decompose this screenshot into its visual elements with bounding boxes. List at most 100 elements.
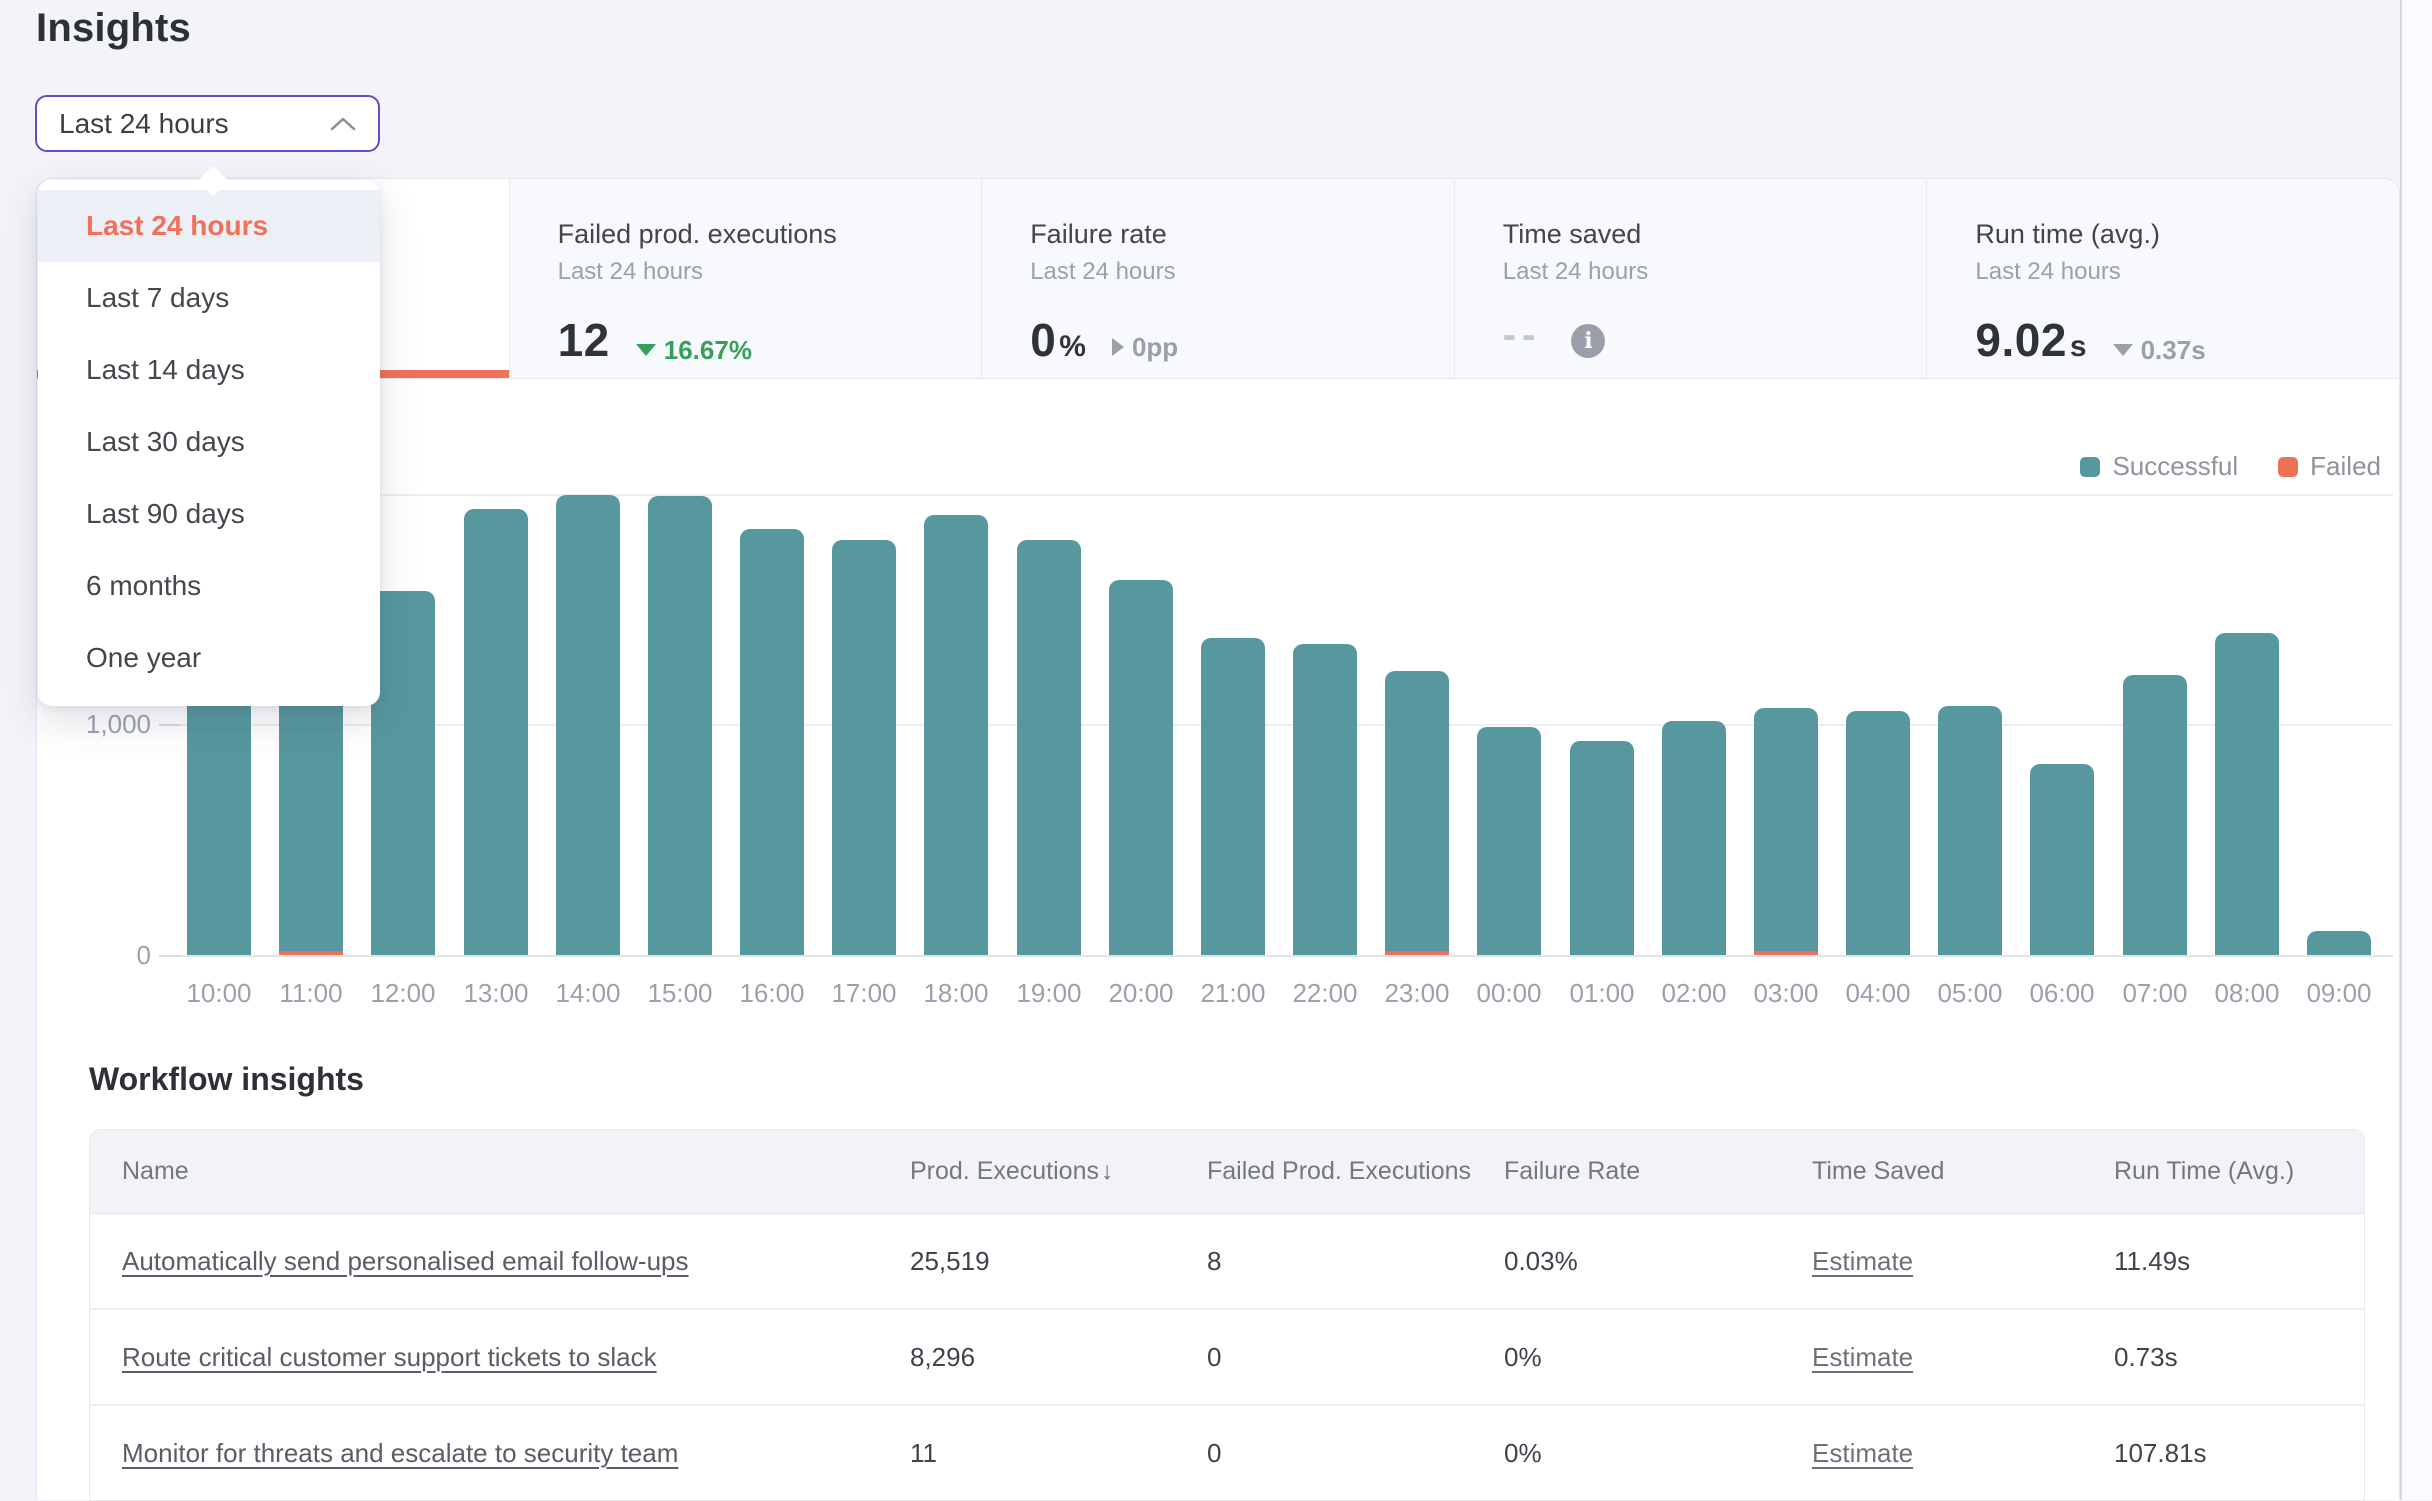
table-row-monitor-for-threats-and-escalate-to-secu: Monitor for threats and escalate to secu… xyxy=(90,1406,2364,1501)
scrollbar-track[interactable] xyxy=(2400,0,2432,1500)
card-value-row: -- i xyxy=(1503,313,1897,358)
workflow-name-link[interactable]: Automatically send personalised email fo… xyxy=(122,1246,689,1276)
time-range-select[interactable]: Last 24 hours xyxy=(35,95,380,152)
time-saved-link[interactable]: Estimate xyxy=(1812,1438,1913,1468)
chart-bar-08-00[interactable] xyxy=(2215,633,2279,955)
menu-item-last-30-days[interactable]: Last 30 days xyxy=(38,406,380,478)
chart-bar-21-00[interactable] xyxy=(1201,638,1265,955)
summary-cards-row: Failed prod. executions Last 24 hours 12 16… xyxy=(37,179,2399,379)
menu-item-6-months[interactable]: 6 months xyxy=(38,550,380,622)
bar-segment-successful xyxy=(1293,644,1357,955)
bar-segment-failed xyxy=(279,951,343,955)
card-label: Failed prod. executions xyxy=(558,217,952,251)
chart-bar-07-00[interactable] xyxy=(2123,675,2187,955)
legend-item-failed[interactable]: Failed xyxy=(2278,451,2381,482)
bar-segment-successful xyxy=(2307,931,2371,955)
chart-bar-15-00[interactable] xyxy=(648,496,712,955)
x-tick-label-14-00: 14:00 xyxy=(542,977,634,1009)
legend-label-successful: Successful xyxy=(2112,451,2238,482)
x-tick-label-00-00: 00:00 xyxy=(1463,977,1555,1009)
card-subtitle: Last 24 hours xyxy=(1975,257,2369,287)
x-tick-label-05-00: 05:00 xyxy=(1924,977,2016,1009)
bar-segment-successful xyxy=(2123,675,2187,955)
table-body: Automatically send personalised email fo… xyxy=(90,1214,2364,1501)
column-header-failure-rate[interactable]: Failure Rate xyxy=(1504,1157,1812,1186)
stat-card-run-time-avg[interactable]: Run time (avg.)Last 24 hours9.02s0.37s xyxy=(1927,179,2399,378)
chart-bar-19-00[interactable] xyxy=(1017,540,1081,955)
chart-bar-09-00[interactable] xyxy=(2307,931,2371,955)
time-saved: Estimate xyxy=(1812,1342,2114,1373)
chart-bar-12-00[interactable] xyxy=(371,591,435,955)
failed-prod-executions: 0 xyxy=(1207,1438,1504,1469)
time-saved-link[interactable]: Estimate xyxy=(1812,1246,1913,1276)
chart-bar-17-00[interactable] xyxy=(832,540,896,955)
chart-bar-05-00[interactable] xyxy=(1938,706,2002,955)
column-header-failed-prod-executions[interactable]: Failed Prod. Executions xyxy=(1207,1157,1504,1186)
card-delta: 16.67% xyxy=(636,335,752,366)
bar-segment-successful xyxy=(648,496,712,955)
menu-item-last-7-days[interactable]: Last 7 days xyxy=(38,262,380,334)
card-value: -- xyxy=(1503,313,1542,358)
chart-bar-00-00[interactable] xyxy=(1477,727,1541,955)
sort-descending-icon: ↓ xyxy=(1101,1157,1114,1185)
x-tick-label-02-00: 02:00 xyxy=(1648,977,1740,1009)
column-header-run-time-avg[interactable]: Run Time (Avg.) xyxy=(2114,1157,2364,1186)
failed-prod-executions: 8 xyxy=(1207,1246,1504,1277)
prod-executions: 25,519 xyxy=(910,1246,1207,1277)
menu-item-last-90-days[interactable]: Last 90 days xyxy=(38,478,380,550)
chart-bar-03-00[interactable] xyxy=(1754,708,1818,955)
time-saved-link[interactable]: Estimate xyxy=(1812,1342,1913,1372)
chart-bar-23-00[interactable] xyxy=(1385,671,1449,955)
x-tick-label-10-00: 10:00 xyxy=(173,977,265,1009)
x-tick-label-08-00: 08:00 xyxy=(2201,977,2293,1009)
bar-segment-successful xyxy=(2030,764,2094,955)
x-tick-label-01-00: 01:00 xyxy=(1556,977,1648,1009)
x-tick-label-19-00: 19:00 xyxy=(1003,977,1095,1009)
info-icon[interactable]: i xyxy=(1571,324,1605,358)
bar-segment-successful xyxy=(1017,540,1081,955)
workflow-name-link[interactable]: Route critical customer support tickets … xyxy=(122,1342,657,1372)
run-time-avg: 107.81s xyxy=(2114,1438,2364,1469)
bar-segment-successful xyxy=(832,540,896,955)
stat-card-time-saved[interactable]: Time savedLast 24 hours--i xyxy=(1455,179,1928,378)
table-header-row: NameProd. Executions↓Failed Prod. Execut… xyxy=(90,1130,2364,1214)
trend-down-icon xyxy=(636,344,656,356)
x-tick-label-07-00: 07:00 xyxy=(2109,977,2201,1009)
chart-bar-14-00[interactable] xyxy=(556,495,620,955)
bar-segment-successful xyxy=(371,591,435,955)
x-tick-label-20-00: 20:00 xyxy=(1095,977,1187,1009)
chart-bar-18-00[interactable] xyxy=(924,515,988,955)
chart-bar-16-00[interactable] xyxy=(740,529,804,955)
table-row-route-critical-customer-support-tickets-: Route critical customer support tickets … xyxy=(90,1310,2364,1406)
chart-bar-02-00[interactable] xyxy=(1662,721,1726,955)
menu-item-one-year[interactable]: One year xyxy=(38,622,380,694)
column-header-name[interactable]: Name xyxy=(122,1157,910,1186)
stat-card-failed-prod-executions[interactable]: Failed prod. executionsLast 24 hours1216… xyxy=(510,179,983,378)
bar-segment-successful xyxy=(556,495,620,955)
menu-item-last-24-hours[interactable]: Last 24 hours xyxy=(38,190,380,262)
chart-bar-13-00[interactable] xyxy=(464,509,528,955)
legend-item-successful[interactable]: Successful xyxy=(2080,451,2238,482)
chart-bar-22-00[interactable] xyxy=(1293,644,1357,955)
card-delta-text: 0.37s xyxy=(2141,335,2206,366)
bar-segment-successful xyxy=(1201,638,1265,955)
bar-segment-successful xyxy=(1477,727,1541,955)
column-header-prod-executions[interactable]: Prod. Executions↓ xyxy=(910,1157,1207,1186)
chart-bar-04-00[interactable] xyxy=(1846,711,1910,955)
time-saved: Estimate xyxy=(1812,1438,2114,1469)
stat-card-failure-rate[interactable]: Failure rateLast 24 hours0%0pp xyxy=(982,179,1455,378)
bar-segment-successful xyxy=(924,515,988,955)
card-value: 9.02 xyxy=(1975,313,2067,367)
chart-bar-20-00[interactable] xyxy=(1109,580,1173,955)
bar-segment-successful xyxy=(1938,706,2002,955)
trend-down-icon xyxy=(2113,344,2133,356)
bar-segment-successful xyxy=(1385,671,1449,951)
card-delta: 0.37s xyxy=(2113,335,2206,366)
chart-bar-01-00[interactable] xyxy=(1570,741,1634,955)
workflow-name-link[interactable]: Monitor for threats and escalate to secu… xyxy=(122,1438,678,1468)
chart-bar-06-00[interactable] xyxy=(2030,764,2094,955)
column-header-time-saved[interactable]: Time Saved xyxy=(1812,1157,2114,1186)
workflow-name: Automatically send personalised email fo… xyxy=(122,1246,910,1277)
menu-item-last-14-days[interactable]: Last 14 days xyxy=(38,334,380,406)
card-value: 12 xyxy=(558,313,610,367)
